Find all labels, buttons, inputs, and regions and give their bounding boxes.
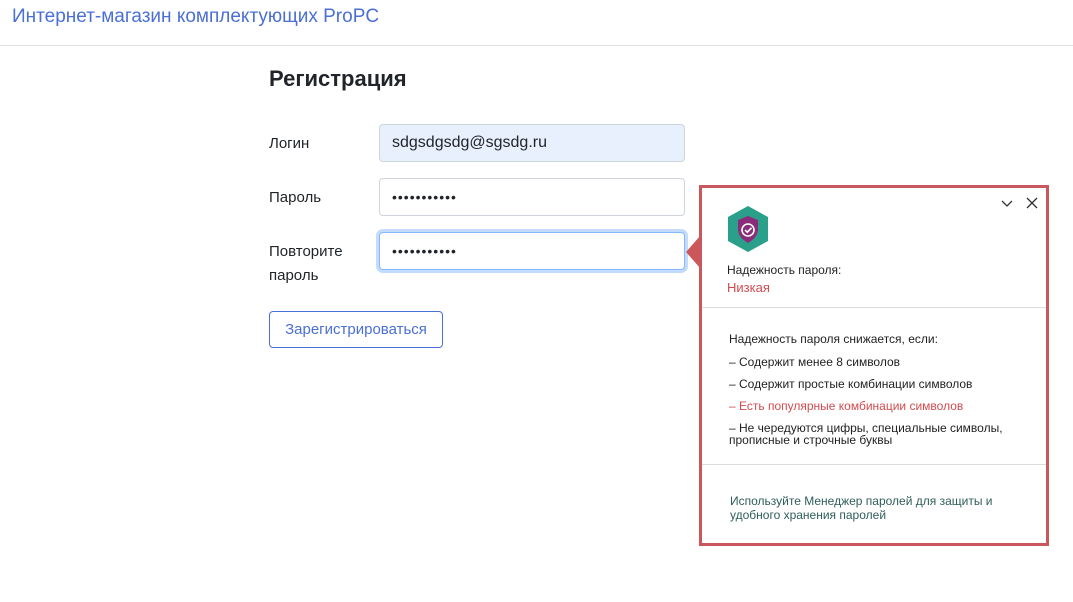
popup-header: Надежность пароля: Низкая (702, 188, 1046, 308)
reason-item: – Не чередуются цифры, специальные симво… (729, 421, 1003, 447)
repeat-password-label-line2: пароль (269, 267, 319, 284)
repeat-password-label-line1: Повторите (269, 243, 343, 260)
password-strength-popup: Надежность пароля: Низкая Надежность пар… (699, 185, 1049, 546)
register-button[interactable]: Зарегистрироваться (269, 311, 443, 348)
strength-label: Надежность пароля: (727, 263, 842, 277)
top-navbar: Интернет-магазин комплектующих ProPC (0, 0, 1073, 46)
reason-item: – Содержит менее 8 символов (729, 355, 901, 369)
password-label: Пароль (269, 189, 322, 206)
reason-item: – Содержит простые комбинации символов (729, 377, 973, 391)
brand-link[interactable]: Интернет-магазин комплектующих ProPC (12, 6, 379, 28)
repeat-password-label: Повторите пароль (269, 240, 343, 288)
shield-check-icon (728, 206, 768, 252)
reason-item-highlighted: – Есть популярные комбинации символов (729, 399, 964, 413)
popup-pointer (686, 236, 700, 268)
strength-value: Низкая (727, 280, 770, 295)
login-input[interactable]: sdgsdgsdg@sgsdg.ru (379, 124, 685, 162)
close-icon[interactable] (1024, 195, 1040, 211)
strength-reasons: Надежность пароля снижается, если: – Сод… (702, 308, 1046, 465)
reasons-title: Надежность пароля снижается, если: (729, 332, 938, 346)
page-title: Регистрация (269, 66, 407, 91)
repeat-password-input[interactable]: ••••••••••• (379, 232, 685, 270)
login-label: Логин (269, 135, 310, 152)
password-manager-tip[interactable]: Используйте Менеджер паролей для защиты … (730, 494, 1020, 522)
password-input[interactable]: ••••••••••• (379, 178, 685, 216)
chevron-down-icon[interactable] (999, 195, 1015, 211)
